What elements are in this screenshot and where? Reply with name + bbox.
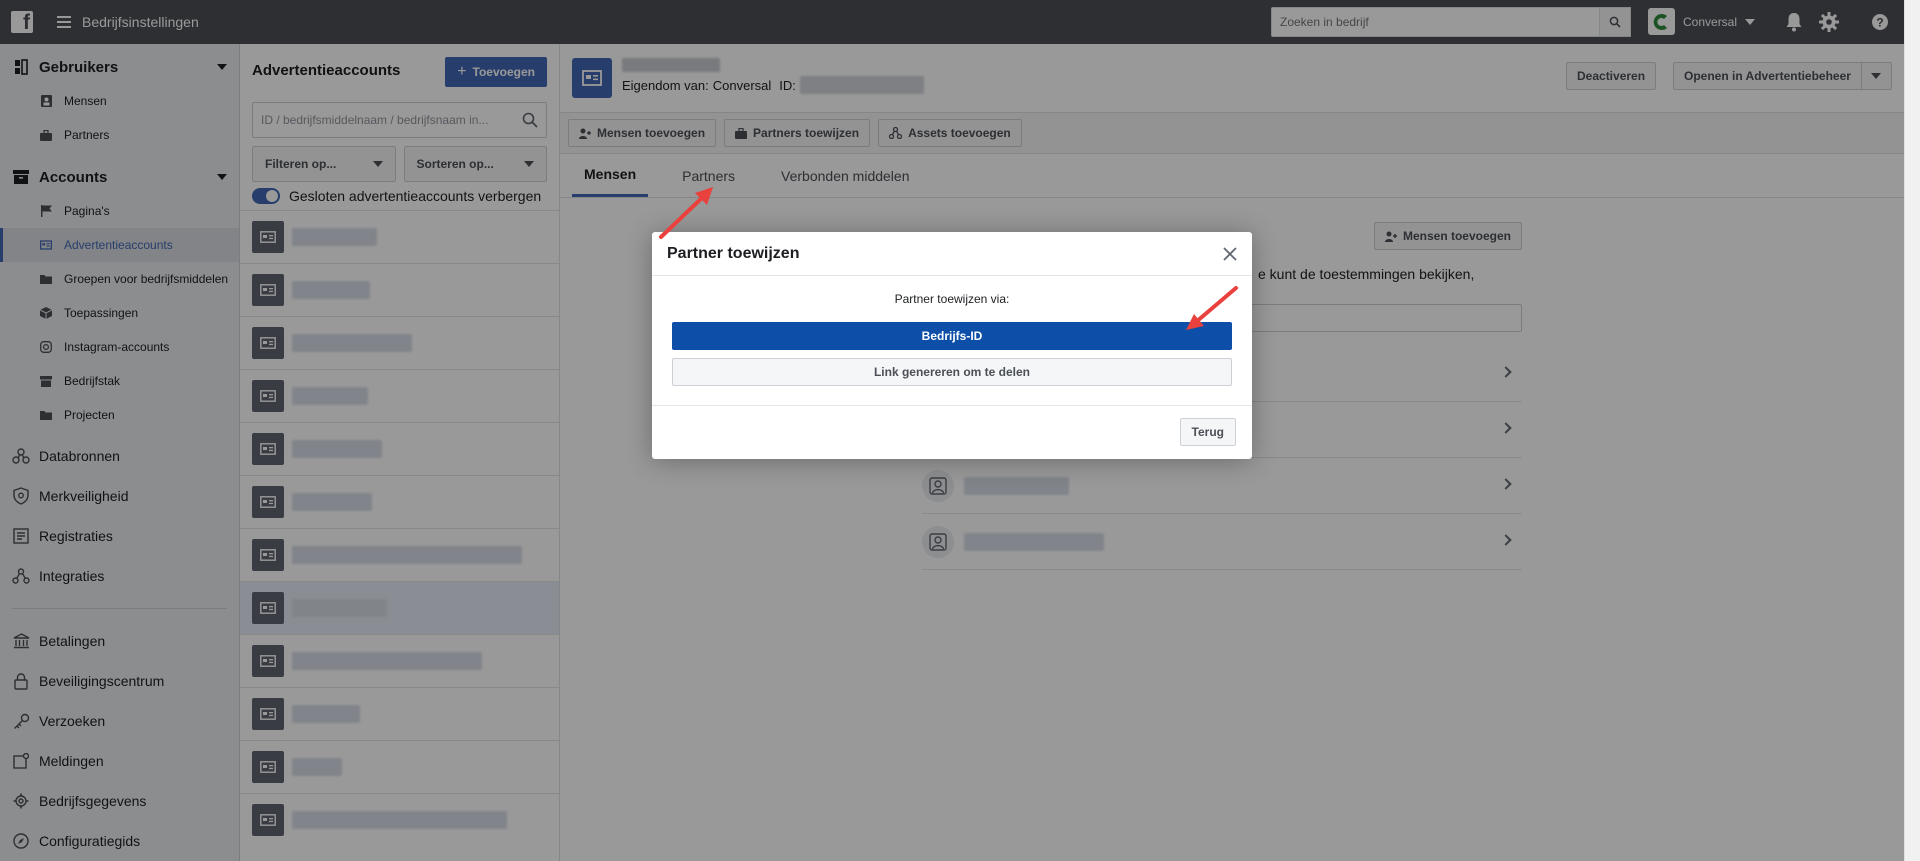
back-button[interactable]: Terug	[1179, 418, 1236, 446]
dialog-title: Partner toewijzen	[667, 244, 800, 262]
generate-link-button[interactable]: Link genereren om te delen	[672, 358, 1232, 386]
dialog-footer: Terug	[652, 405, 1252, 459]
dialog-body: Partner toewijzen via: Bedrijfs-ID Link …	[652, 276, 1252, 386]
dialog-header: Partner toewijzen	[652, 232, 1252, 276]
assign-partner-dialog: Partner toewijzen Partner toewijzen via:…	[652, 232, 1252, 459]
assign-via-label: Partner toewijzen via:	[894, 292, 1010, 306]
business-id-button[interactable]: Bedrijfs-ID	[672, 322, 1232, 350]
page-scrollbar[interactable]	[1904, 0, 1920, 861]
close-icon[interactable]	[1220, 244, 1240, 264]
